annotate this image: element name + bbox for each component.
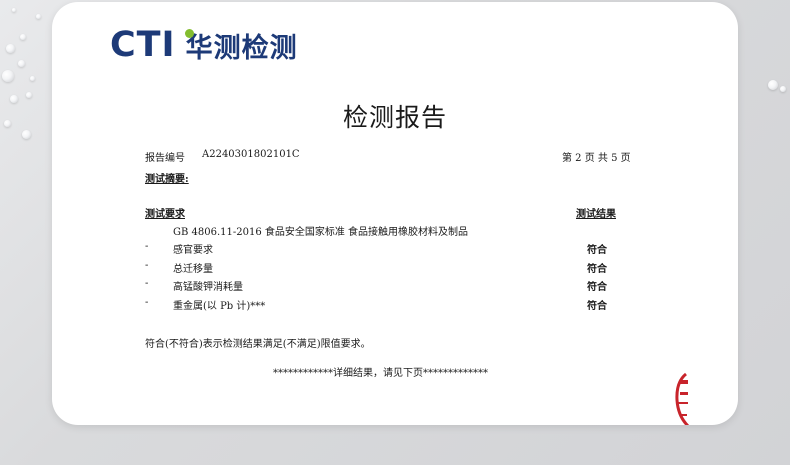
item-name: 重金属(以 Pb 计)*** xyxy=(173,301,266,312)
compliance-note: 符合(不符合)表示检测结果满足(不满足)限值要求。 xyxy=(145,339,371,350)
cti-logo: CTI 华测检测 xyxy=(110,24,298,66)
item-result: 符合 xyxy=(587,245,607,256)
item-result: 符合 xyxy=(587,301,607,312)
standard-line: GB 4806.11-2016 食品安全国家标准 食品接触用橡胶材料及制品 xyxy=(173,227,469,238)
report-title: 检测报告 xyxy=(342,103,447,132)
item-result: 符合 xyxy=(587,264,607,275)
item-name: 总迁移量 xyxy=(173,264,213,275)
report-number-label: 报告编号 xyxy=(145,153,185,164)
item-name: 感官要求 xyxy=(173,245,213,256)
column-requirement-header: 测试要求 xyxy=(145,209,185,220)
item-bullet: - xyxy=(145,297,149,308)
red-seal-stamp-icon xyxy=(675,372,690,425)
summary-heading: 测试摘要: xyxy=(145,174,189,185)
item-bullet: - xyxy=(145,241,149,252)
report-card: CTI 华测检测 检测报告 报告编号 A2240301802101C 第 2 页… xyxy=(52,2,738,425)
logo-brand: CTI xyxy=(110,25,176,65)
details-line: ************详细结果，请见下页************* xyxy=(273,368,488,379)
item-bullet: - xyxy=(145,260,149,271)
report-number: A2240301802101C xyxy=(202,149,300,160)
column-result-header: 测试结果 xyxy=(576,209,616,220)
logo-name: 华测检测 xyxy=(185,32,298,64)
item-name: 高锰酸钾消耗量 xyxy=(173,282,243,293)
item-bullet: - xyxy=(145,278,149,289)
item-result: 符合 xyxy=(587,282,607,293)
page-info: 第 2 页 共 5 页 xyxy=(562,153,631,164)
logo-dot-icon xyxy=(185,29,194,38)
